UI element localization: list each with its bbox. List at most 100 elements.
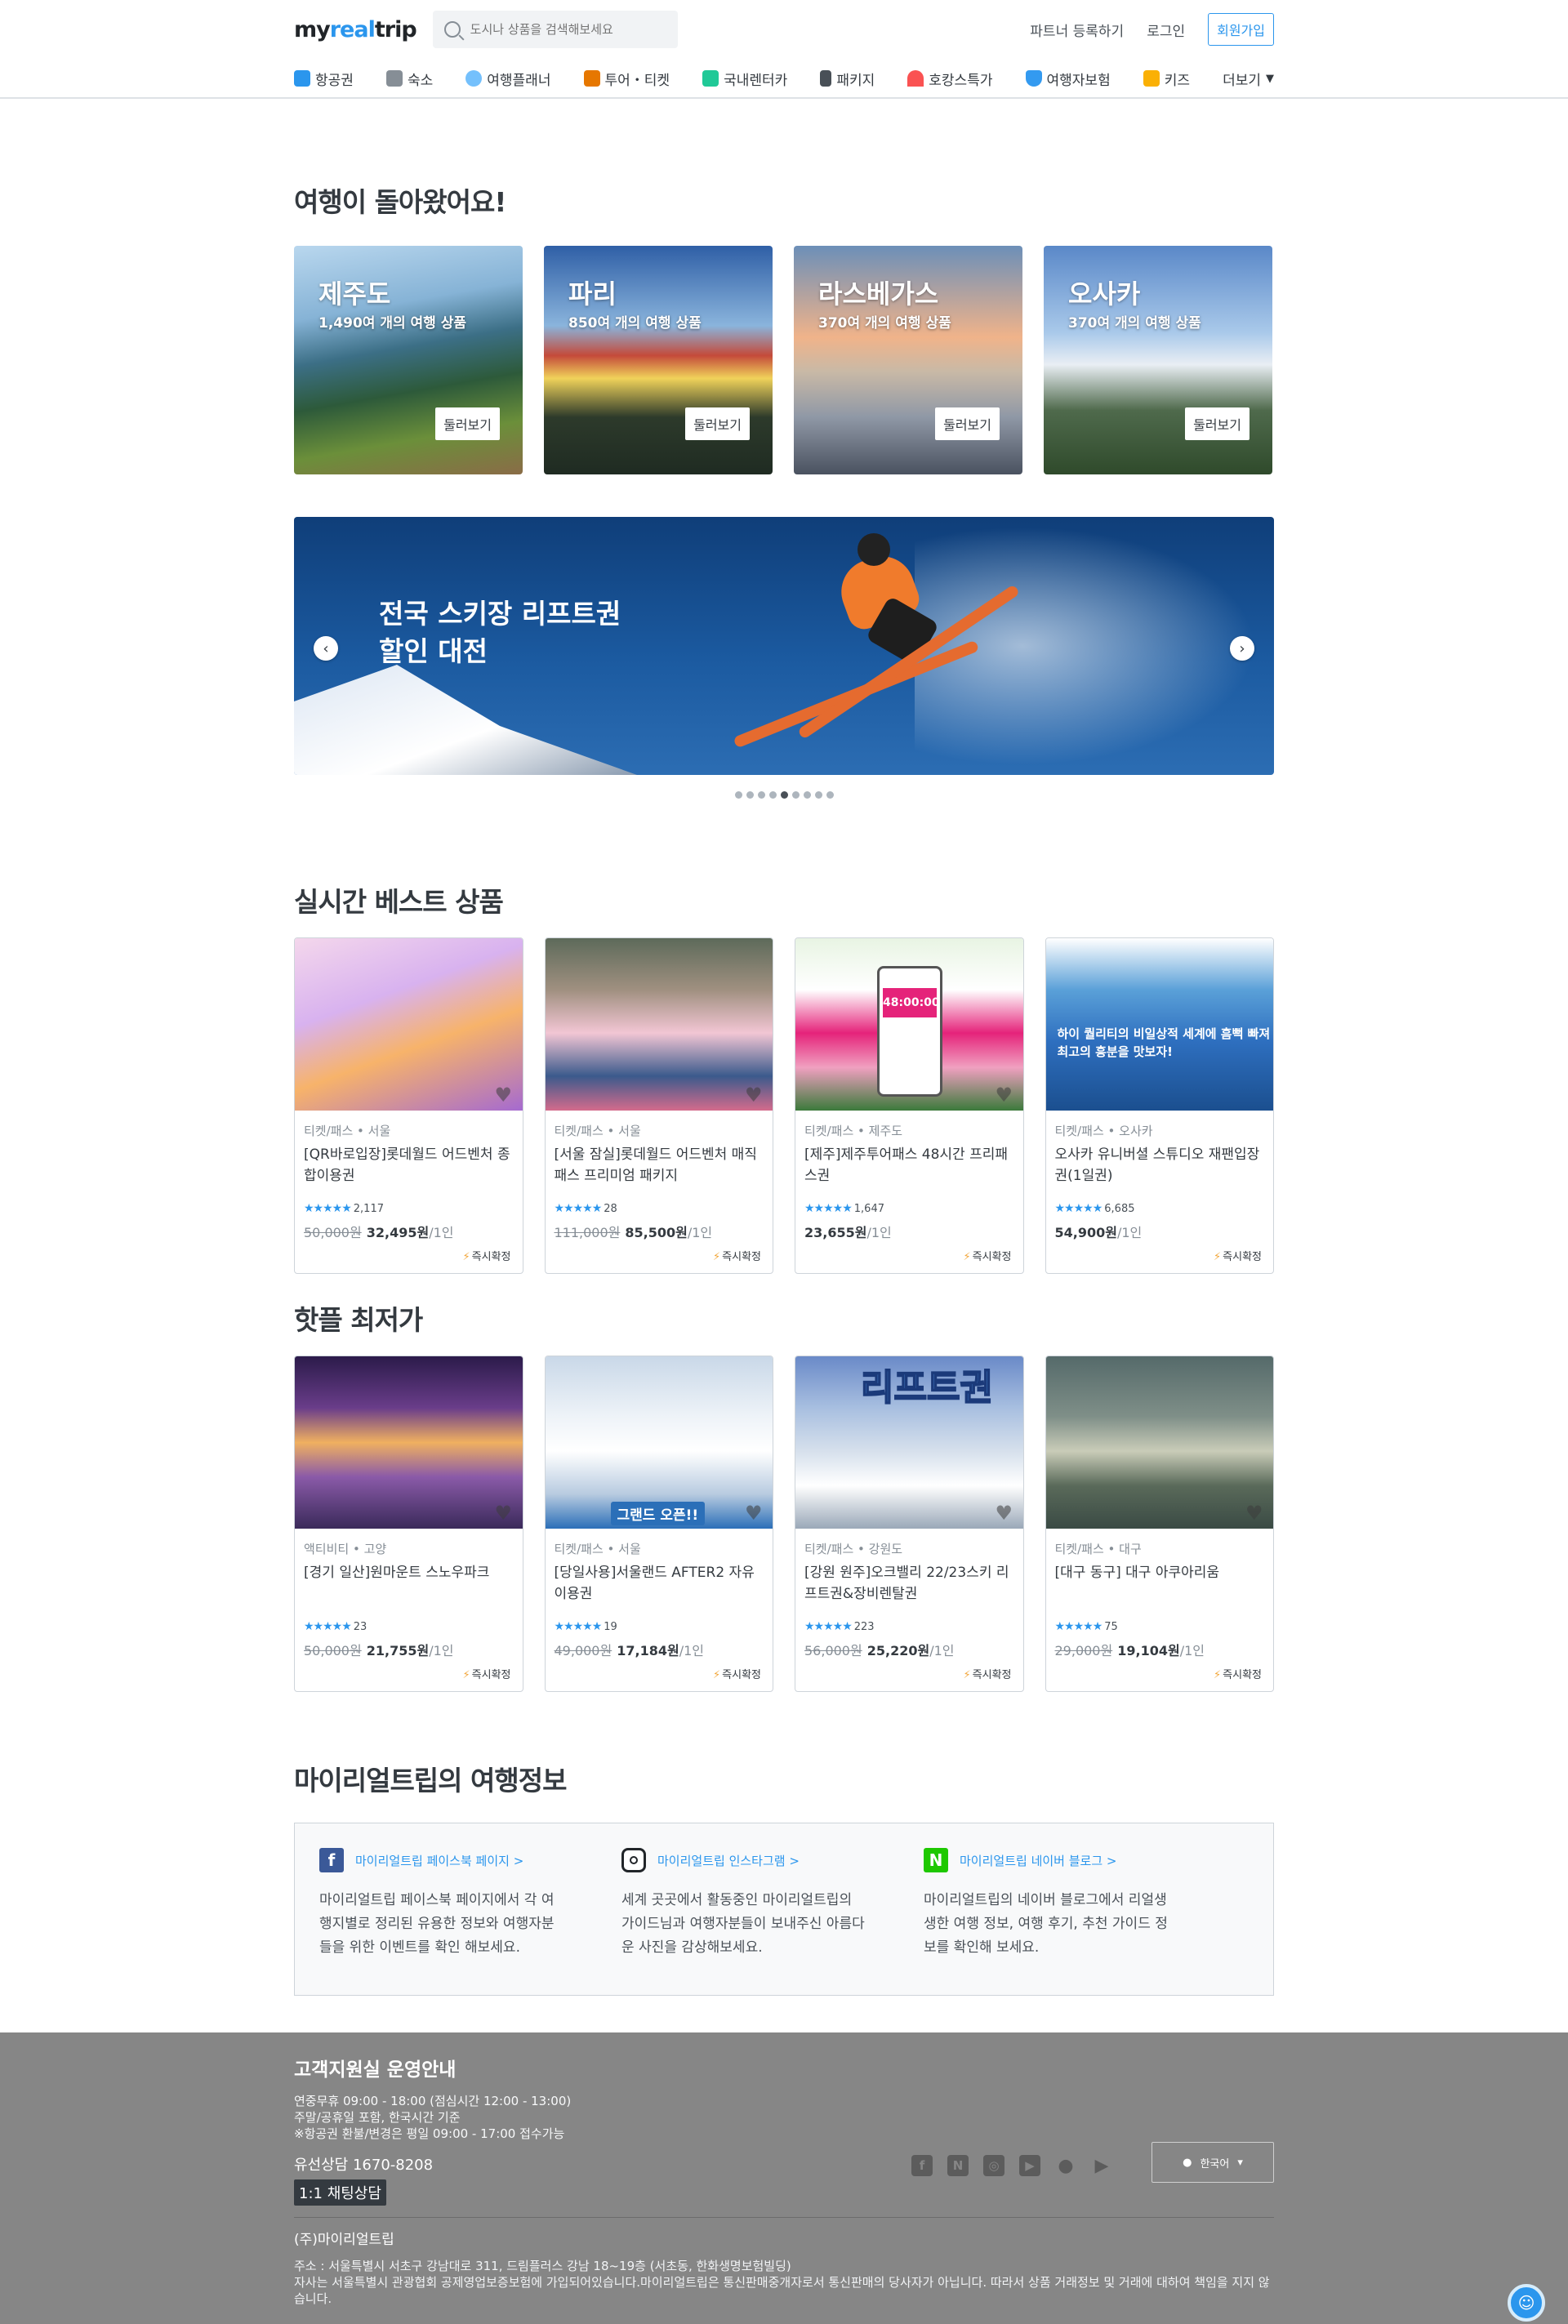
apple-icon[interactable]: ●: [1055, 2155, 1076, 2176]
youtube-icon[interactable]: ▶: [1019, 2155, 1040, 2176]
nav-label: 호캉스특가: [929, 72, 993, 89]
product-image: 리프트권 ♥: [795, 1356, 1023, 1529]
nav-more-button[interactable]: 더보기 ▼: [1223, 69, 1274, 89]
pagination-dot[interactable]: [734, 791, 742, 799]
signup-button[interactable]: 회원가입: [1208, 13, 1274, 46]
review-count: 19: [604, 1620, 617, 1633]
login-link[interactable]: 로그인: [1147, 20, 1185, 40]
language-select[interactable]: ● 한국어 ▾: [1152, 2142, 1274, 2183]
product-rating: ★★★★★ 19: [555, 1620, 617, 1633]
heart-icon[interactable]: ♥: [996, 1503, 1015, 1523]
nav-item-package[interactable]: 패키지: [820, 69, 875, 89]
product-card[interactable]: ♥ 티켓/패스 • 대구 [대구 동구] 대구 아쿠아리움 ★★★★★ 75 29…: [1045, 1356, 1274, 1692]
airplane-icon: [294, 70, 310, 87]
lightning-icon: ⚡: [462, 1251, 470, 1263]
planner-icon: [466, 70, 483, 87]
info-naver-blog: N 마이리얼트립 네이버 블로그 > 마이리얼트립의 네이버 블로그에서 리얼생생…: [924, 1848, 1169, 1995]
heart-icon[interactable]: ♥: [745, 1503, 764, 1523]
original-price: 56,000원: [804, 1643, 862, 1658]
footer-phone[interactable]: 유선상담 1670-8208: [294, 2153, 1274, 2175]
naver-icon: N: [924, 1848, 948, 1872]
product-price: 23,655원/1인: [804, 1222, 892, 1241]
sale-price: 21,755원: [366, 1643, 430, 1658]
nav-item-lodging[interactable]: 숙소: [385, 69, 433, 89]
pagination-dot-active[interactable]: [780, 791, 788, 799]
partner-register-link[interactable]: 파트너 등록하기: [1030, 20, 1124, 40]
nav-item-hocance[interactable]: 호캉스특가: [907, 69, 992, 89]
pagination-dot[interactable]: [814, 791, 822, 799]
chatbot-button[interactable]: ☺: [1508, 2284, 1545, 2322]
price-unit: /1인: [929, 1643, 955, 1658]
pagination-dot[interactable]: [768, 791, 777, 799]
product-name: [제주]제주투어패스 48시간 프리패스권: [804, 1146, 1009, 1184]
search-box[interactable]: [432, 11, 678, 48]
chevron-down-icon: ▾: [1237, 2156, 1243, 2169]
product-card[interactable]: ♥ 액티비티 • 고양 [경기 일산]원마운트 스노우파크 ★★★★★ 23 50…: [294, 1356, 523, 1692]
image-ribbon: 그랜드 오픈!!: [610, 1502, 706, 1525]
banner-prev-button[interactable]: ‹: [314, 636, 338, 661]
nav-item-tour-ticket[interactable]: 투어・티켓: [583, 69, 670, 89]
product-image: ♥: [1045, 1356, 1273, 1529]
instant-label: 즉시확정: [972, 1669, 1012, 1681]
logo[interactable]: myrealtrip: [294, 17, 417, 42]
hot-deals-row: ♥ 액티비티 • 고양 [경기 일산]원마운트 스노우파크 ★★★★★ 23 50…: [294, 1356, 1274, 1692]
hours-line: ※항공권 환불/변경은 평일 09:00 - 17:00 접수가능: [294, 2126, 565, 2141]
instant-confirm-badge: ⚡ 즉시확정: [463, 1248, 511, 1263]
product-card[interactable]: ♥ 티켓/패스 • 서울 [서울 잠실]롯데월드 어드벤처 매직패스 프리미엄 …: [544, 937, 773, 1274]
product-card[interactable]: 리프트권 ♥ 티켓/패스 • 강원도 [강원 원주]오크밸리 22/23스키 리…: [795, 1356, 1024, 1692]
facebook-icon: f: [319, 1848, 344, 1872]
naver-icon[interactable]: N: [947, 2155, 969, 2176]
product-card[interactable]: ♥ 티켓/패스 • 서울 [QR바로입장]롯데월드 어드벤처 종합이용권 ★★★…: [294, 937, 523, 1274]
browse-button[interactable]: 둘러보기: [1185, 407, 1250, 440]
nav-item-insurance[interactable]: 여행자보험: [1025, 69, 1111, 89]
browse-button[interactable]: 둘러보기: [685, 407, 750, 440]
product-price: 56,000원 25,220원/1인: [804, 1640, 954, 1659]
sale-price: 23,655원: [804, 1225, 867, 1240]
nav-item-rentacar[interactable]: 국내렌터카: [702, 69, 787, 89]
instagram-lens: [630, 1856, 638, 1864]
pagination-dot[interactable]: [757, 791, 765, 799]
info-link-label: 마이리얼트립 페이스북 페이지 >: [355, 1853, 524, 1868]
destination-card-osaka[interactable]: 오사카 370여 개의 여행 상품 둘러보기: [1044, 246, 1272, 474]
browse-button[interactable]: 둘러보기: [935, 407, 1000, 440]
google-play-icon[interactable]: ▶: [1091, 2155, 1112, 2176]
product-card[interactable]: 48:00:00 ♥ 티켓/패스 • 제주도 [제주]제주투어패스 48시간 프…: [795, 937, 1024, 1274]
pagination-dot[interactable]: [791, 791, 800, 799]
promo-banner[interactable]: 전국 스키장 리프트권 할인 대전 ‹ ›: [294, 517, 1274, 775]
pagination-dot[interactable]: [746, 791, 754, 799]
heart-icon[interactable]: ♥: [1245, 1503, 1265, 1523]
facebook-icon[interactable]: f: [911, 2155, 933, 2176]
star-icons: ★★★★★: [1054, 1620, 1103, 1633]
nav-item-flights[interactable]: 항공권: [294, 69, 354, 89]
kids-icon: [1143, 70, 1160, 87]
chat-support-button[interactable]: 1:1 채팅상담: [294, 2179, 386, 2206]
destination-card-jeju[interactable]: 제주도 1,490여 개의 여행 상품 둘러보기: [294, 246, 523, 474]
nav-item-planner[interactable]: 여행플래너: [466, 69, 550, 89]
naver-blog-link[interactable]: N 마이리얼트립 네이버 블로그 >: [924, 1848, 1169, 1872]
product-image: 48:00:00 ♥: [795, 938, 1023, 1111]
destination-card-paris[interactable]: 파리 850여 개의 여행 상품 둘러보기: [544, 246, 773, 474]
product-card[interactable]: 하이 퀄리티의 비일상적 세계에 흠뻑 빠져 최고의 흥분을 맛보자! 티켓/패…: [1045, 937, 1274, 1274]
heart-icon[interactable]: ♥: [495, 1503, 514, 1523]
instagram-icon[interactable]: ◎: [983, 2155, 1004, 2176]
heart-icon[interactable]: ♥: [495, 1085, 514, 1105]
instant-label: 즉시확정: [471, 1669, 511, 1681]
destination-card-lasvegas[interactable]: 라스베가스 370여 개의 여행 상품 둘러보기: [794, 246, 1022, 474]
instagram-link[interactable]: 마이리얼트립 인스타그램 >: [621, 1848, 866, 1872]
banner-next-button[interactable]: ›: [1230, 636, 1254, 661]
company-address: 주소 : 서울특별시 서초구 강남대로 311, 드림플러스 강남 18~19층…: [294, 2259, 791, 2273]
product-image: 그랜드 오픈!! ♥: [545, 1356, 773, 1529]
facebook-link[interactable]: f 마이리얼트립 페이스북 페이지 >: [319, 1848, 564, 1872]
info-link-label: 마이리얼트립 네이버 블로그 >: [960, 1853, 1117, 1868]
pagination-dot[interactable]: [803, 791, 811, 799]
hot-deals-title: 핫플 최저가: [294, 1304, 423, 1336]
price-unit: /1인: [866, 1225, 892, 1240]
product-card[interactable]: 그랜드 오픈!! ♥ 티켓/패스 • 서울 [당일사용]서울랜드 AFTER2 …: [544, 1356, 773, 1692]
search-input[interactable]: [470, 22, 658, 37]
nav-item-kids[interactable]: 키즈: [1143, 69, 1190, 89]
browse-button[interactable]: 둘러보기: [435, 407, 500, 440]
heart-icon[interactable]: ♥: [996, 1085, 1015, 1105]
heart-icon[interactable]: ♥: [745, 1085, 764, 1105]
pagination-dot[interactable]: [826, 791, 834, 799]
star-icons: ★★★★★: [804, 1620, 853, 1633]
